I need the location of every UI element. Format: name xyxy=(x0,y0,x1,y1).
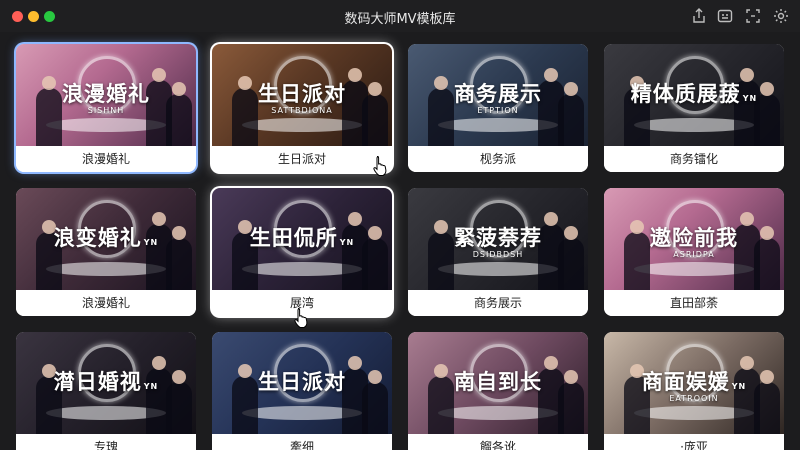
template-headline: 遨险前我 xyxy=(650,226,738,250)
template-headline: 生日派对 xyxy=(258,82,346,106)
template-caption: 牽细 xyxy=(212,434,392,450)
window-title: 数码大师MV模板库 xyxy=(344,12,456,27)
template-thumbnail: 生日派对 SATTBDIONA xyxy=(212,44,392,146)
template-headline: 南自到长 xyxy=(454,370,542,394)
template-thumbnail: 精体质展菝 YN xyxy=(604,44,784,146)
template-thumbnail: 商面娱媛 YN EATROOIN xyxy=(604,332,784,434)
template-card[interactable]: 遨险前我 ASRIDPA 直田部荼 xyxy=(604,188,784,316)
template-subtitle: ASRIDPA xyxy=(673,250,715,259)
template-headline: 精体质展菝 YN xyxy=(630,82,758,106)
template-subtitle: SATTBDIONA xyxy=(271,106,333,115)
template-card[interactable]: 商务展示 ETPTION 枧务派 xyxy=(408,44,588,172)
template-badge: YN xyxy=(339,238,355,247)
title-bar: 数码大师MV模板库 xyxy=(0,0,800,32)
caption-icon[interactable] xyxy=(716,7,734,25)
template-card[interactable]: 南自到长 餾各讹 xyxy=(408,332,588,450)
template-caption: 专瑰 xyxy=(16,434,196,450)
template-thumbnail: 遨险前我 ASRIDPA xyxy=(604,188,784,290)
template-caption: 浪漫婚礼 xyxy=(16,146,196,172)
template-subtitle: DSIDBDSH xyxy=(472,250,524,259)
template-card[interactable]: 生日派对 SATTBDIONA 生日派对 xyxy=(212,44,392,172)
template-thumbnail: 潸日婚视 YN xyxy=(16,332,196,434)
template-thumbnail: 浪变婚礼 YN xyxy=(16,188,196,290)
template-card[interactable]: 精体质展菝 YN 商务镭化 xyxy=(604,44,784,172)
template-caption: 餾各讹 xyxy=(408,434,588,450)
template-badge: YN xyxy=(143,382,159,391)
template-subtitle: EATROOIN xyxy=(669,394,719,403)
template-card[interactable]: 潸日婚视 YN 专瑰 xyxy=(16,332,196,450)
template-thumbnail: 緊菠萘荐 DSIDBDSH xyxy=(408,188,588,290)
fullscreen-icon[interactable] xyxy=(744,7,762,25)
template-card[interactable]: 浪漫婚礼 SISHNH 浪漫婚礼 xyxy=(16,44,196,172)
template-thumbnail: 南自到长 xyxy=(408,332,588,434)
template-subtitle: ETPTION xyxy=(477,106,519,115)
template-thumbnail: 生田侃所 YN xyxy=(212,188,392,290)
hand-cursor-icon xyxy=(372,155,388,177)
template-headline: 商面娱媛 YN xyxy=(641,370,747,394)
template-caption: 浪漫婚礼 xyxy=(16,290,196,316)
template-headline: 浪变婚礼 YN xyxy=(53,226,159,250)
template-headline: 生日派对 xyxy=(258,370,346,394)
template-badge: YN xyxy=(742,94,758,103)
template-caption: 生日派对 xyxy=(212,146,392,172)
template-caption: 商务展示 xyxy=(408,290,588,316)
template-card[interactable]: 商面娱媛 YN EATROOIN ·庞亚 xyxy=(604,332,784,450)
template-caption: 商务镭化 xyxy=(604,146,784,172)
template-card[interactable]: 生田侃所 YN 展湾 xyxy=(212,188,392,316)
template-headline: 生田侃所 YN xyxy=(249,226,355,250)
template-subtitle: SISHNH xyxy=(87,106,125,115)
template-card[interactable]: 浪变婚礼 YN 浪漫婚礼 xyxy=(16,188,196,316)
settings-icon[interactable] xyxy=(772,7,790,25)
template-caption: 直田部荼 xyxy=(604,290,784,316)
template-headline: 緊菠萘荐 xyxy=(454,226,542,250)
template-caption: 枧务派 xyxy=(408,146,588,172)
template-badge: YN xyxy=(731,382,747,391)
template-headline: 浪漫婚礼 xyxy=(62,82,150,106)
template-thumbnail: 生日派对 xyxy=(212,332,392,434)
template-headline: 潸日婚视 YN xyxy=(53,370,159,394)
template-caption: ·庞亚 xyxy=(604,434,784,450)
template-thumbnail: 浪漫婚礼 SISHNH xyxy=(16,44,196,146)
template-thumbnail: 商务展示 ETPTION xyxy=(408,44,588,146)
template-card[interactable]: 緊菠萘荐 DSIDBDSH 商务展示 xyxy=(408,188,588,316)
hand-cursor-icon xyxy=(293,307,309,329)
share-icon[interactable] xyxy=(690,7,708,25)
template-badge: YN xyxy=(143,238,159,247)
template-grid: 浪漫婚礼 SISHNH 浪漫婚礼 生日派对 SATTBDIONA 生日派对 商务展示 ETPT… xyxy=(0,32,800,450)
template-card[interactable]: 生日派对 牽细 xyxy=(212,332,392,450)
template-headline: 商务展示 xyxy=(454,82,542,106)
